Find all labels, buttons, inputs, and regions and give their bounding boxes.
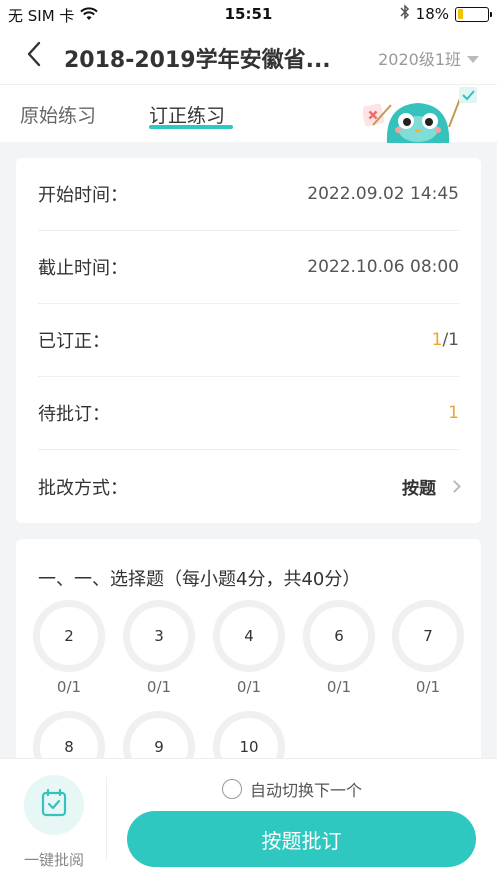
question-number: 3 <box>123 600 195 672</box>
question-score: 0/1 <box>415 678 441 696</box>
question-score: 0/1 <box>56 678 82 696</box>
class-selector[interactable]: 2020级1班 <box>378 46 479 70</box>
grading-method-row[interactable]: 批改方式： 按题 <box>38 450 461 523</box>
back-button[interactable] <box>18 40 50 72</box>
chevron-right-icon <box>448 480 461 493</box>
question-item[interactable]: 7 0/1 <box>392 600 464 696</box>
question-item[interactable]: 4 0/1 <box>213 600 285 696</box>
question-number: 7 <box>392 600 464 672</box>
nav-bar: 2018-2019学年安徽省... 2020级1班 <box>0 30 497 84</box>
start-time-value: 2022.09.02 14:45 <box>307 184 459 204</box>
question-number: 4 <box>213 600 285 672</box>
question-item[interactable]: 3 0/1 <box>123 600 195 696</box>
class-selector-label: 2020级1班 <box>378 50 461 69</box>
start-time-label: 开始时间： <box>38 185 128 206</box>
corrected-total: /1 <box>442 330 459 350</box>
chevron-left-icon <box>26 41 42 71</box>
question-score: 0/1 <box>146 678 172 696</box>
start-time-row: 开始时间： 2022.09.02 14:45 <box>38 158 459 231</box>
corrected-count: 1 <box>431 330 443 350</box>
quick-review-icon-wrap <box>24 775 84 835</box>
bottom-action-bar: 一键批阅 自动切换下一个 按题批订 <box>0 758 497 883</box>
auto-switch-option[interactable]: 自动切换下一个 <box>222 777 362 801</box>
tab-correction-practice[interactable]: 订正练习 <box>149 101 225 128</box>
corrected-value: 1/1 <box>432 330 459 350</box>
question-number: 6 <box>303 600 375 672</box>
triangle-down-icon <box>467 55 479 63</box>
question-section-card: 一、一、选择题（每小题4分，共40分） 2 0/1 3 0/1 4 0/1 6 … <box>16 539 481 769</box>
calendar-check-icon <box>41 788 67 821</box>
status-bar: 无 SIM 卡 15:51 18% <box>0 0 497 30</box>
exercise-info-card: 开始时间： 2022.09.02 14:45 截止时间： 2022.10.06 … <box>16 158 481 523</box>
quick-review-label: 一键批阅 <box>23 851 84 869</box>
end-time-label: 截止时间： <box>38 258 128 279</box>
end-time-row: 截止时间： 2022.10.06 08:00 <box>38 231 459 304</box>
question-item[interactable]: 6 0/1 <box>303 600 375 696</box>
grading-method-value-wrap: 按题 <box>402 474 461 499</box>
mascot-illustration <box>361 85 483 143</box>
tab-bar: 原始练习 订正练习 <box>0 84 497 143</box>
bluetooth-icon <box>400 4 410 24</box>
quick-review-button[interactable]: 一键批阅 <box>18 775 90 870</box>
status-right: 18% <box>400 4 492 24</box>
grading-method-label: 批改方式： <box>38 477 128 499</box>
radio-icon[interactable] <box>222 779 242 799</box>
tab-original-practice[interactable]: 原始练习 <box>20 101 96 128</box>
pending-row: 待批订： 1 <box>38 377 459 450</box>
question-item[interactable]: 2 0/1 <box>33 600 105 696</box>
grading-method-value: 按题 <box>402 479 436 499</box>
question-score: 0/1 <box>326 678 352 696</box>
corrected-row: 已订正： 1/1 <box>38 304 459 377</box>
page-title: 2018-2019学年安徽省... <box>64 48 331 73</box>
divider <box>106 777 107 861</box>
battery-icon <box>455 6 492 22</box>
battery-percent: 18% <box>415 5 449 23</box>
question-score: 0/1 <box>236 678 262 696</box>
grade-by-question-button[interactable]: 按题批订 <box>127 811 476 867</box>
end-time-value: 2022.10.06 08:00 <box>307 257 459 277</box>
pending-value: 1 <box>448 403 459 423</box>
question-number: 2 <box>33 600 105 672</box>
active-tab-indicator <box>149 125 233 129</box>
corrected-label: 已订正： <box>38 331 110 352</box>
pending-label: 待批订： <box>38 404 110 425</box>
battery-level <box>457 9 463 19</box>
section-title: 一、一、选择题（每小题4分，共40分） <box>38 569 361 590</box>
auto-switch-label: 自动切换下一个 <box>250 781 363 800</box>
